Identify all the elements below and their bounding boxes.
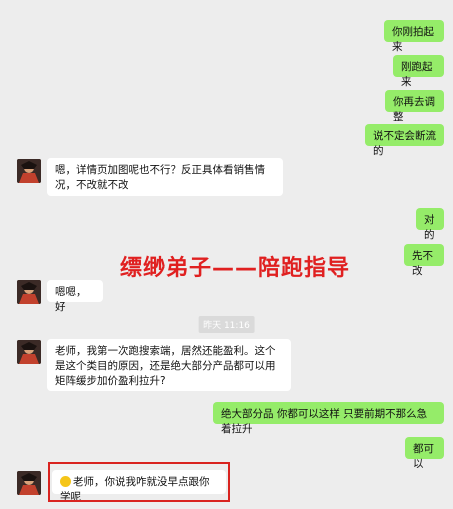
- message-bubble-incoming[interactable]: 嗯，详情页加图呢也不行？反正具体看销售情况，不改就不改: [47, 158, 283, 196]
- contact-avatar[interactable]: [17, 280, 41, 304]
- highlight-box: [48, 462, 230, 502]
- message-bubble-outgoing[interactable]: 刚跑起来: [393, 55, 444, 88]
- timestamp: 昨天 11:16: [198, 316, 255, 333]
- chat-window: 你刚拍起来 刚跑起来 你再去调整 说不定会断流的 嗯，详情页加图呢也不行？反正具…: [0, 0, 453, 509]
- message-bubble-outgoing[interactable]: 说不定会断流的: [365, 124, 444, 157]
- message-bubble-outgoing[interactable]: 都可以: [405, 437, 444, 470]
- contact-avatar[interactable]: [17, 471, 41, 495]
- message-bubble-incoming[interactable]: 嗯嗯，好: [47, 280, 103, 313]
- message-bubble-outgoing[interactable]: 绝大部分品 你都可以这样 只要前期不那么急着拉升: [213, 402, 444, 435]
- message-bubble-outgoing[interactable]: 你再去调整: [385, 90, 444, 123]
- message-bubble-outgoing[interactable]: 你刚拍起来: [384, 20, 444, 53]
- message-bubble-incoming[interactable]: 老师，我第一次跑搜索端，居然还能盈利。这个是这个类目的原因，还是绝大部分产品都可…: [47, 339, 291, 391]
- contact-avatar[interactable]: [17, 159, 41, 183]
- message-bubble-outgoing[interactable]: 先不改: [404, 244, 444, 277]
- message-bubble-outgoing[interactable]: 对的: [416, 208, 444, 241]
- watermark-text: 缥缈弟子——陪跑指导: [120, 256, 351, 281]
- contact-avatar[interactable]: [17, 340, 41, 364]
